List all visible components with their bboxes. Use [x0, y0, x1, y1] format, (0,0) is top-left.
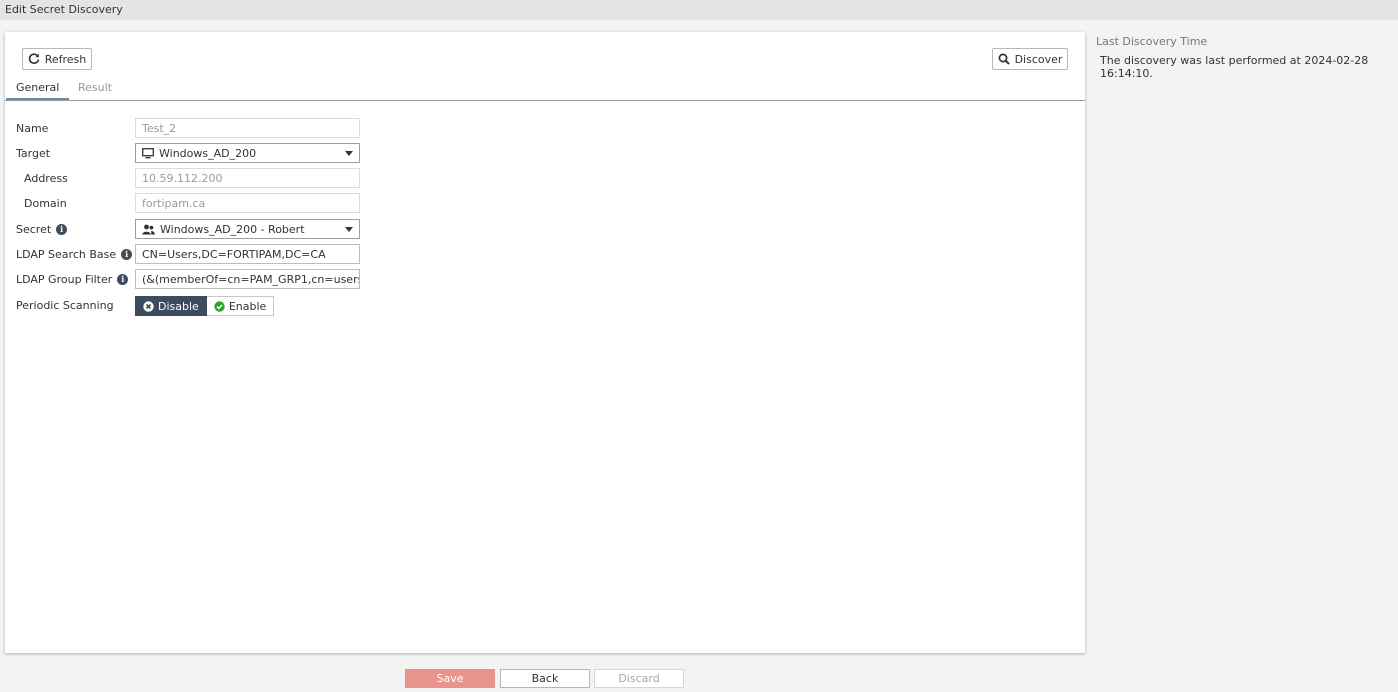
- discard-button[interactable]: Discard: [594, 669, 684, 688]
- target-select[interactable]: Windows_AD_200: [135, 143, 360, 163]
- disable-toggle-button[interactable]: Disable: [135, 296, 207, 316]
- save-button[interactable]: Save: [405, 669, 495, 688]
- chevron-down-icon: [345, 151, 353, 156]
- address-label-text: Address: [24, 171, 68, 185]
- domain-label-text: Domain: [24, 196, 67, 210]
- refresh-button[interactable]: Refresh: [22, 48, 92, 70]
- secret-label: Secret i: [16, 219, 68, 239]
- name-label: Name: [16, 118, 48, 138]
- target-label-text: Target: [16, 146, 51, 160]
- ldap-search-base-label: LDAP Search Base i: [16, 244, 133, 264]
- ldap-group-filter-label: LDAP Group Filter i: [16, 269, 129, 289]
- secret-select[interactable]: Windows_AD_200 - Robert: [135, 219, 360, 239]
- refresh-label: Refresh: [44, 52, 87, 66]
- name-label-text: Name: [16, 121, 49, 135]
- address-field: 10.59.112.200: [135, 168, 360, 188]
- target-value: Windows_AD_200: [159, 146, 257, 160]
- periodic-scanning-label: Periodic Scanning: [16, 295, 114, 315]
- name-field[interactable]: Test_2: [135, 118, 360, 138]
- ldap-search-base-input[interactable]: CN=Users,DC=FORTIPAM,DC=CA: [135, 244, 360, 264]
- ldap-search-base-label-text: LDAP Search Base: [16, 247, 117, 261]
- check-circle-icon: [214, 300, 225, 312]
- enable-toggle-button[interactable]: Enable: [206, 296, 275, 316]
- user-group-icon: [142, 224, 155, 234]
- tab-general[interactable]: General: [6, 78, 70, 100]
- info-icon[interactable]: i: [56, 223, 68, 235]
- search-icon: [998, 53, 1010, 65]
- secret-label-text: Secret: [16, 222, 52, 236]
- refresh-icon: [28, 53, 40, 64]
- ldap-group-filter-label-text: LDAP Group Filter: [16, 272, 113, 286]
- chevron-down-icon: [345, 227, 353, 232]
- disable-label: Disable: [158, 299, 199, 313]
- secret-value: Windows_AD_200 - Robert: [160, 222, 305, 236]
- last-discovery-text: The discovery was last performed at 2024…: [1100, 54, 1369, 80]
- enable-label: Enable: [228, 299, 267, 313]
- ldap-group-filter-input[interactable]: (&(memberOf=cn=PAM_GRP1,cn=users,dc: [135, 269, 360, 289]
- close-circle-icon: [143, 300, 154, 312]
- tab-result[interactable]: Result: [68, 78, 122, 100]
- info-icon[interactable]: i: [121, 248, 133, 260]
- info-icon[interactable]: i: [117, 273, 129, 285]
- discover-label: Discover: [1014, 52, 1063, 66]
- periodic-scanning-label-text: Periodic Scanning: [16, 298, 114, 312]
- domain-label: Domain: [24, 193, 67, 213]
- discover-button[interactable]: Discover: [992, 48, 1068, 70]
- back-button[interactable]: Back: [500, 669, 590, 688]
- last-discovery-title: Last Discovery Time: [1096, 35, 1208, 48]
- address-label: Address: [24, 168, 68, 188]
- target-label: Target: [16, 143, 50, 163]
- tab-bar: General Result: [5, 78, 1085, 101]
- domain-field: fortipam.ca: [135, 193, 360, 213]
- edit-panel: Refresh Discover General Result Name Tes…: [5, 32, 1085, 653]
- window-title: Edit Secret Discovery: [0, 0, 1398, 20]
- monitor-icon: [142, 147, 154, 158]
- periodic-scanning-toggle: Disable Enable: [135, 296, 275, 316]
